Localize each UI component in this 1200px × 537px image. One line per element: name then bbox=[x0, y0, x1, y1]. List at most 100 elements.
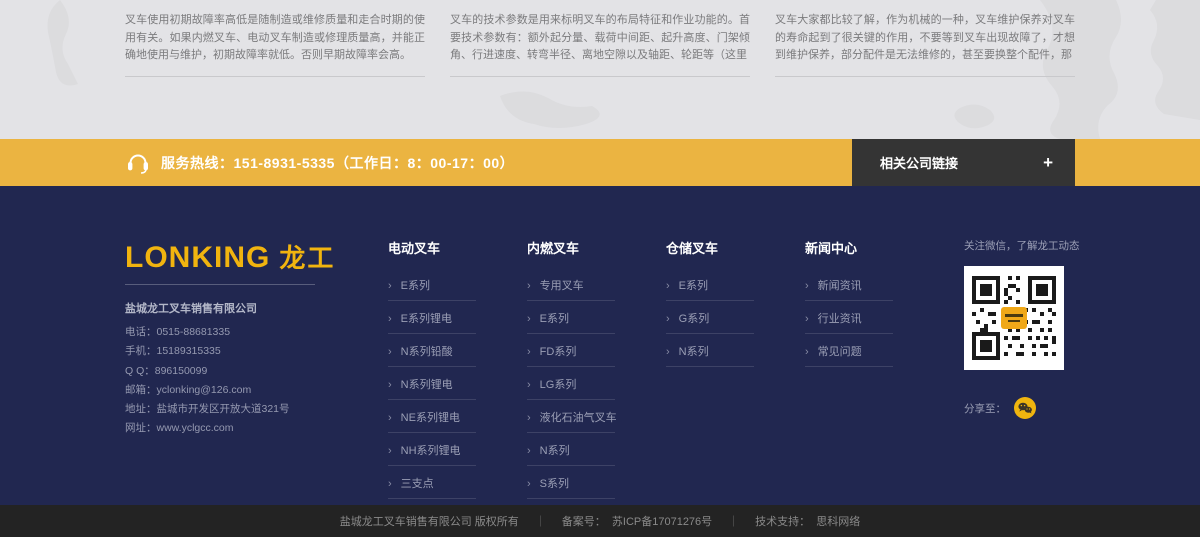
footer-link-label: 行业资讯 bbox=[818, 313, 862, 325]
footer-link[interactable]: › 液化石油气叉车 bbox=[527, 400, 615, 433]
support-name: 思科网络 bbox=[816, 513, 860, 529]
footer-link[interactable]: ›E系列 bbox=[666, 268, 754, 301]
footer-link-label: E系列锂电 bbox=[401, 313, 452, 325]
column-title: 电动叉车 bbox=[388, 238, 527, 257]
company-qq: Q Q：896150099 bbox=[125, 362, 388, 381]
article-text: 叉车大家都比较了解，作为机械的一种，叉车维护保养对叉车的寿命起到了很关键的作用，… bbox=[775, 12, 1075, 65]
footer-link[interactable]: ›LG系列 bbox=[527, 367, 615, 400]
article-text: 叉车使用初期故障率高低是随制造或维修质量和走合时期的使用有关。如果内燃叉车、电动… bbox=[125, 12, 425, 65]
hotline-bar: 服务热线：151-8931-5335（工作日：8：00-17：00） 相关公司链… bbox=[0, 139, 1200, 186]
company-name: 盐城龙工叉车销售有限公司 bbox=[125, 300, 388, 316]
footer-link[interactable]: › NH系列锂电 bbox=[388, 433, 476, 466]
chevron-right-icon: › bbox=[388, 379, 392, 391]
wechat-qr-code bbox=[964, 266, 1064, 370]
wechat-share-icon[interactable] bbox=[1014, 397, 1036, 419]
company-website: 网址：www.yclgcc.com bbox=[125, 419, 388, 438]
article-divider bbox=[450, 76, 750, 77]
footer-link-label: 专用叉车 bbox=[540, 280, 584, 292]
chevron-right-icon: › bbox=[388, 346, 392, 358]
footer-link[interactable]: › N系列锂电 bbox=[388, 367, 476, 400]
footer-link-label: 液化石油气叉车 bbox=[540, 412, 617, 424]
chevron-right-icon: › bbox=[527, 346, 531, 358]
chevron-right-icon: › bbox=[388, 412, 392, 424]
main-footer: LONKING 龙工 盐城龙工叉车销售有限公司 电话：0515-88681335… bbox=[0, 186, 1200, 505]
logo-text-cn: 龙工 bbox=[279, 238, 335, 275]
footer-link-label: N系列 bbox=[679, 346, 709, 358]
chevron-right-icon: › bbox=[388, 313, 392, 325]
plus-icon: + bbox=[1043, 153, 1053, 173]
article-snippet[interactable]: 叉车的技术参数是用来标明叉车的布局特征和作业功能的。首要技术参数有：额外起分量、… bbox=[450, 12, 750, 77]
hotline-text: 服务热线：151-8931-5335（工作日：8：00-17：00） bbox=[161, 153, 514, 173]
footer-link[interactable]: › E系列 bbox=[527, 301, 615, 334]
article-divider bbox=[125, 76, 425, 77]
footer-link[interactable]: › FD系列 bbox=[527, 334, 615, 367]
column-title: 仓储叉车 bbox=[666, 238, 805, 257]
wechat-block: 关注微信，了解龙工动态 bbox=[964, 238, 1070, 499]
footer-link-label: 新闻资讯 bbox=[818, 280, 862, 292]
copyright-text: 盐城龙工叉车销售有限公司 版权所有 bbox=[340, 513, 519, 529]
chevron-right-icon: › bbox=[527, 445, 531, 457]
logo-divider bbox=[125, 284, 315, 285]
company-info-block: LONKING 龙工 盐城龙工叉车销售有限公司 电话：0515-88681335… bbox=[125, 238, 388, 499]
footer-link[interactable]: › 三支点 bbox=[388, 466, 476, 499]
company-mobile: 手机：15189315335 bbox=[125, 342, 388, 361]
article-snippet[interactable]: 叉车使用初期故障率高低是随制造或维修质量和走合时期的使用有关。如果内燃叉车、电动… bbox=[125, 12, 425, 77]
chevron-right-icon: › bbox=[666, 313, 670, 325]
footer-link[interactable]: › S系列 bbox=[527, 466, 615, 499]
footer-link-label: 三支点 bbox=[401, 478, 434, 490]
copyright-bar: 盐城龙工叉车销售有限公司 版权所有 ｜ 备案号： 苏ICP备17071276号 … bbox=[0, 505, 1200, 537]
column-title: 内燃叉车 bbox=[527, 238, 666, 257]
footer-link[interactable]: ›N系列 bbox=[666, 334, 754, 367]
lonking-logo[interactable]: LONKING 龙工 bbox=[125, 238, 388, 275]
article-snippet[interactable]: 叉车大家都比较了解，作为机械的一种，叉车维护保养对叉车的寿命起到了很关键的作用，… bbox=[775, 12, 1075, 77]
chevron-right-icon: › bbox=[527, 313, 531, 325]
qr-center-logo bbox=[1001, 307, 1027, 329]
headset-icon bbox=[125, 151, 150, 174]
footer-link[interactable]: › 专用叉车 bbox=[527, 268, 615, 301]
column-title: 新闻中心 bbox=[805, 238, 944, 257]
footer-link[interactable]: ›E系列 bbox=[388, 268, 476, 301]
footer-link[interactable]: ›NE系列锂电 bbox=[388, 400, 476, 433]
footer-link-label: E系列 bbox=[679, 280, 708, 292]
footer-column-warehouse: 仓储叉车 ›E系列 › G系列 ›N系列 bbox=[666, 238, 805, 499]
copyright-divider: ｜ bbox=[728, 513, 739, 529]
chevron-right-icon: › bbox=[527, 280, 531, 292]
footer-link-label: NH系列锂电 bbox=[401, 445, 461, 457]
footer-link-label: S系列 bbox=[540, 478, 569, 490]
share-label: 分享至： bbox=[964, 401, 1006, 416]
footer-link-label: E系列 bbox=[540, 313, 569, 325]
related-links-label: 相关公司链接 bbox=[880, 153, 1043, 172]
footer-link[interactable]: › 常见问题 bbox=[805, 334, 893, 367]
footer-link-label: G系列 bbox=[679, 313, 710, 325]
chevron-right-icon: › bbox=[805, 313, 809, 325]
chevron-right-icon: › bbox=[527, 412, 531, 424]
chevron-right-icon: › bbox=[388, 445, 392, 457]
footer-column-electric: 电动叉车 ›E系列 ›E系列锂电 ›N系列铅酸 ›N系列锂电 ›NE系列锂电 ›… bbox=[388, 238, 527, 499]
service-hotline: 服务热线：151-8931-5335（工作日：8：00-17：00） bbox=[125, 151, 514, 174]
chevron-right-icon: › bbox=[805, 346, 809, 358]
footer-link-label: FD系列 bbox=[540, 346, 577, 358]
footer-link-label: N系列铅酸 bbox=[401, 346, 453, 358]
footer-link[interactable]: › 行业资讯 bbox=[805, 301, 893, 334]
chevron-right-icon: › bbox=[527, 478, 531, 490]
chevron-right-icon: › bbox=[805, 280, 809, 292]
icp-number: 苏ICP备17071276号 bbox=[612, 513, 712, 529]
footer-link[interactable]: › N系列 bbox=[527, 433, 615, 466]
footer-link[interactable]: › N系列铅酸 bbox=[388, 334, 476, 367]
footer-link-label: LG系列 bbox=[540, 379, 577, 391]
footer-link[interactable]: › G系列 bbox=[666, 301, 754, 334]
related-links-toggle[interactable]: 相关公司链接 + bbox=[852, 139, 1075, 186]
footer-link[interactable]: › E系列锂电 bbox=[388, 301, 476, 334]
company-email: 邮箱：yclonking@126.com bbox=[125, 381, 388, 400]
footer-link-label: N系列锂电 bbox=[401, 379, 453, 391]
article-text: 叉车的技术参数是用来标明叉车的布局特征和作业功能的。首要技术参数有：额外起分量、… bbox=[450, 12, 750, 65]
footer-link[interactable]: › 新闻资讯 bbox=[805, 268, 893, 301]
company-address: 地址：盐城市开发区开放大道321号 bbox=[125, 400, 388, 419]
logo-text-en: LONKING bbox=[125, 241, 270, 275]
footer-link-label: N系列 bbox=[540, 445, 570, 457]
support-label: 技术支持： bbox=[755, 513, 816, 529]
chevron-right-icon: › bbox=[388, 478, 392, 490]
footer-column-news: 新闻中心 › 新闻资讯 › 行业资讯 › 常见问题 bbox=[805, 238, 944, 499]
footer-link-label: 常见问题 bbox=[818, 346, 862, 358]
footer-link-label: E系列 bbox=[401, 280, 430, 292]
